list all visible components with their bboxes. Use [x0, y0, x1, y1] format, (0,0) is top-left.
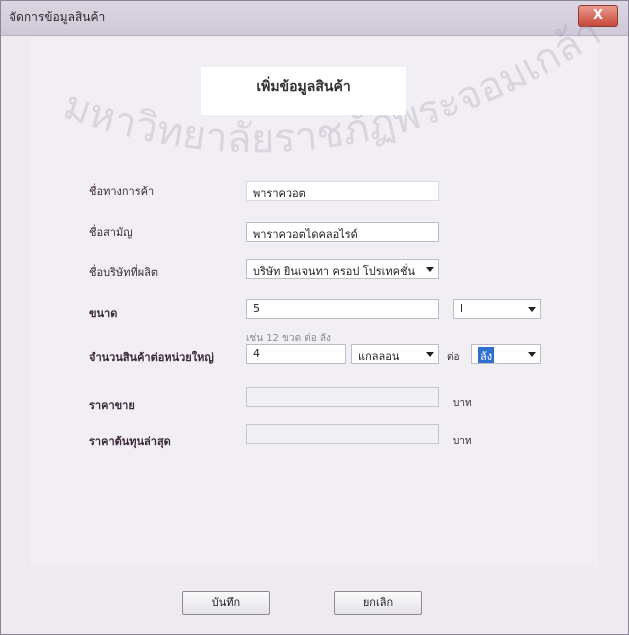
latest-cost-input[interactable]: [246, 424, 439, 444]
header-box: เพิ่มข้อมูลสินค้า: [201, 67, 406, 115]
manufacturer-label: ชื่อบริษัทที่ผลิต: [89, 266, 159, 279]
size-label: ขนาด: [89, 307, 118, 320]
pack-quantity-input[interactable]: 4: [246, 344, 346, 364]
sell-price-label: ราคาขาย: [89, 399, 135, 412]
chevron-down-icon: [528, 352, 536, 357]
page-title: เพิ่มข้อมูลสินค้า: [256, 79, 351, 95]
size-input[interactable]: 5: [246, 299, 439, 319]
pack-label: จำนวนสินค้าต่อหน่วยใหญ่: [89, 351, 214, 364]
close-button[interactable]: X: [578, 5, 618, 27]
size-unit-select[interactable]: l: [453, 299, 541, 319]
manufacturer-select[interactable]: บริษัท ยินเจนทา ครอป โปรเทคชั่น: [246, 259, 439, 279]
pack-unit-select[interactable]: แกลลอน: [351, 344, 439, 364]
latest-cost-unit: บาท: [453, 436, 472, 447]
trade-name-input[interactable]: พาราควอต: [246, 181, 439, 201]
chevron-down-icon: [528, 307, 536, 312]
per-unit-select[interactable]: ลัง: [471, 344, 541, 364]
product-management-window: จัดการข้อมูลสินค้า X มหาวิทยาลัยราชภัฏพร…: [0, 0, 629, 635]
trade-name-label: ชื่อทางการค้า: [89, 185, 155, 198]
sell-price-input[interactable]: [246, 387, 439, 407]
common-name-input[interactable]: พาราควอตไดคลอไรด์: [246, 222, 439, 242]
per-unit-select-value: ลัง: [478, 347, 495, 363]
common-name-label: ชื่อสามัญ: [89, 226, 133, 239]
per-label: ต่อ: [447, 352, 460, 363]
size-unit-select-value: l: [460, 302, 464, 315]
chevron-down-icon: [426, 267, 434, 272]
window-title: จัดการข้อมูลสินค้า: [9, 10, 106, 24]
pack-unit-select-value: แกลลอน: [358, 350, 400, 363]
title-bar: จัดการข้อมูลสินค้า X: [1, 1, 628, 36]
sell-price-unit: บาท: [453, 398, 472, 409]
latest-cost-label: ราคาต้นทุนล่าสุด: [89, 435, 171, 448]
save-button[interactable]: บันทึก: [182, 591, 270, 615]
chevron-down-icon: [426, 352, 434, 357]
cancel-button[interactable]: ยกเลิก: [334, 591, 422, 615]
manufacturer-select-value: บริษัท ยินเจนทา ครอป โปรเทคชั่น: [253, 265, 416, 278]
